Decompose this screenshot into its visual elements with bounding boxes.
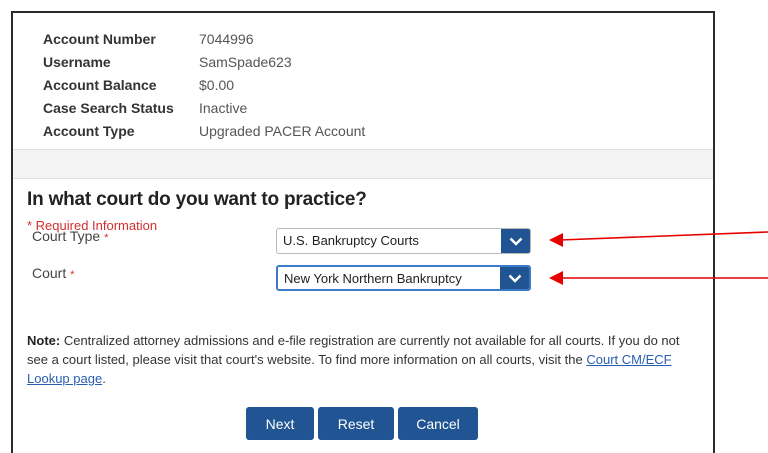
court-type-label: Court Type * bbox=[32, 228, 108, 244]
reset-button[interactable]: Reset bbox=[318, 407, 394, 440]
account-number-row: Account Number 7044996 bbox=[43, 27, 365, 50]
required-asterisk: * bbox=[70, 269, 75, 281]
account-number-label: Account Number bbox=[43, 30, 156, 47]
account-balance-row: Account Balance $0.00 bbox=[43, 73, 365, 96]
court-type-select[interactable]: U.S. Bankruptcy Courts bbox=[276, 228, 531, 254]
note-lead: Note: bbox=[27, 333, 61, 348]
court-type-selected-value: U.S. Bankruptcy Courts bbox=[283, 233, 419, 248]
chevron-down-icon[interactable] bbox=[500, 267, 529, 289]
account-balance-label: Account Balance bbox=[43, 76, 157, 93]
next-button[interactable]: Next bbox=[246, 407, 314, 440]
form-heading: In what court do you want to practice? bbox=[27, 189, 367, 210]
court-label: Court * bbox=[32, 265, 74, 281]
required-asterisk: * bbox=[104, 232, 109, 244]
note-paragraph: Note: Centralized attorney admissions an… bbox=[27, 331, 703, 388]
username-value: SamSpade623 bbox=[199, 53, 292, 70]
court-selected-value: New York Northern Bankruptcy bbox=[284, 271, 462, 286]
account-info-table: Account Number 7044996 Username SamSpade… bbox=[43, 27, 365, 142]
case-search-status-label: Case Search Status bbox=[43, 99, 174, 116]
cancel-button[interactable]: Cancel bbox=[398, 407, 478, 440]
note-tail: . bbox=[102, 371, 106, 386]
chevron-down-icon[interactable] bbox=[501, 229, 530, 253]
court-label-text: Court bbox=[32, 265, 67, 281]
court-type-label-text: Court Type bbox=[32, 228, 101, 244]
account-balance-value: $0.00 bbox=[199, 76, 235, 93]
case-search-status-value: Inactive bbox=[199, 99, 248, 116]
username-row: Username SamSpade623 bbox=[43, 50, 365, 73]
account-type-label: Account Type bbox=[43, 122, 135, 139]
account-type-row: Account Type Upgraded PACER Account bbox=[43, 119, 365, 142]
section-divider bbox=[13, 149, 713, 179]
arrow-left-icon bbox=[549, 271, 768, 285]
account-type-value: Upgraded PACER Account bbox=[199, 122, 366, 139]
court-select[interactable]: New York Northern Bankruptcy bbox=[276, 265, 531, 291]
arrow-left-icon bbox=[549, 231, 768, 247]
username-label: Username bbox=[43, 53, 111, 70]
account-number-value: 7044996 bbox=[199, 30, 254, 47]
note-text: Centralized attorney admissions and e-fi… bbox=[27, 333, 680, 367]
case-search-status-row: Case Search Status Inactive bbox=[43, 96, 365, 119]
